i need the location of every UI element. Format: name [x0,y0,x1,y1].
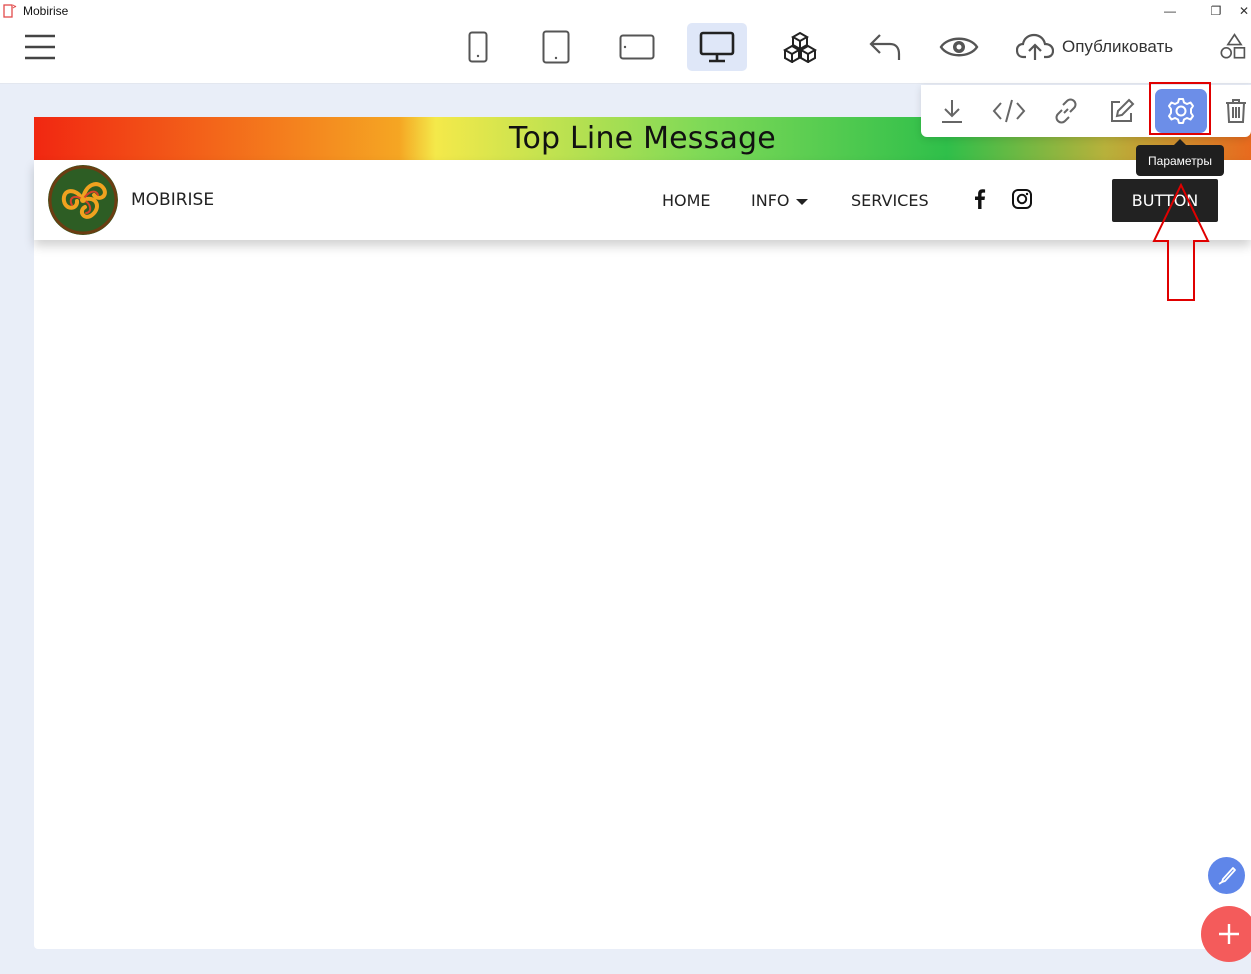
minimize-button[interactable]: — [1147,0,1193,22]
add-block-button[interactable] [1201,906,1251,962]
plus-icon [1219,924,1239,944]
link-icon [1055,98,1077,124]
brand-logo[interactable] [48,165,118,235]
facebook-link[interactable] [969,188,991,210]
site-navbar: MOBIRISE HOME INFO SERVICES BUTTON [34,160,1251,240]
instagram-icon [1012,189,1032,209]
phone-view-button[interactable] [458,23,498,71]
undo-icon [869,34,901,60]
tablet-view-button[interactable] [534,23,578,71]
facebook-icon [975,189,986,209]
restore-button[interactable]: ❐ [1193,0,1239,22]
desktop-icon [699,31,735,63]
brand-name[interactable]: MOBIRISE [131,190,214,210]
download-block-button[interactable] [929,89,975,133]
mobirise-app-icon [3,3,17,19]
edit-icon [1111,98,1135,122]
nav-link-info[interactable]: INFO [751,191,809,210]
window-titlebar: Mobirise — ❐ ✕ [0,0,1251,22]
nav-link-home[interactable]: HOME [662,191,711,210]
code-icon [992,99,1026,123]
shapes-button[interactable] [1218,23,1251,71]
cloud-upload-icon [1016,33,1054,60]
edit-block-button[interactable] [1099,89,1145,133]
style-edit-button[interactable] [1208,857,1245,894]
tablet-landscape-icon [619,34,655,60]
publish-button[interactable]: Опубликовать [1016,23,1188,71]
preview-button[interactable] [937,23,981,71]
window-title: Mobirise [23,4,69,18]
code-block-button[interactable] [986,89,1032,133]
annotation-highlight-box [1149,82,1211,135]
caret-down-icon [796,198,809,205]
eye-icon [939,37,979,57]
hamburger-icon [25,34,55,60]
nav-link-info-label: INFO [751,191,790,210]
close-button[interactable]: ✕ [1239,0,1251,22]
shapes-icon [1220,33,1246,59]
trash-icon [1226,99,1246,123]
tablet-icon [542,30,570,64]
brush-icon [1218,866,1236,885]
download-icon [942,100,962,123]
page-canvas: Top Line Message MOBIRISE HOME INFO SERV… [34,117,1251,949]
menu-button[interactable] [20,23,60,71]
undo-button[interactable] [864,23,906,71]
tablet-landscape-view-button[interactable] [614,23,660,71]
celtic-logo-icon [48,165,118,235]
delete-block-button[interactable] [1215,89,1251,133]
desktop-view-button[interactable] [687,23,747,71]
top-line-message[interactable]: Top Line Message [509,121,776,156]
instagram-link[interactable] [1011,188,1033,210]
extensions-button[interactable] [779,23,821,71]
settings-tooltip: Параметры [1136,139,1224,176]
publish-label: Опубликовать [1062,37,1174,56]
phone-icon [468,31,488,63]
main-toolbar: Опубликовать [0,22,1251,84]
annotation-arrow-up-icon [1152,183,1210,301]
link-block-button[interactable] [1043,89,1089,133]
cubes-icon [783,31,817,63]
nav-link-services[interactable]: SERVICES [851,191,929,210]
